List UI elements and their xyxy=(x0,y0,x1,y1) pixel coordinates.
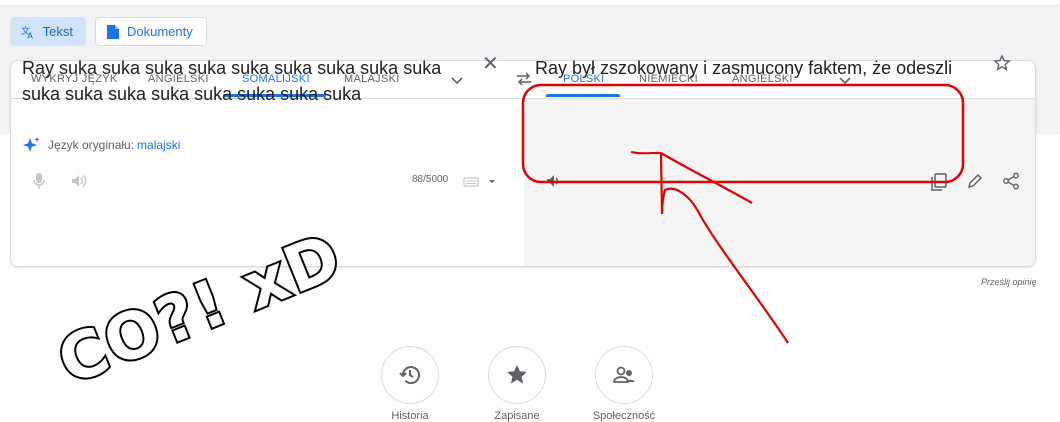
swap-languages-icon[interactable] xyxy=(515,71,533,87)
sparkle-icon xyxy=(23,137,40,152)
save-translation-star-icon[interactable] xyxy=(993,54,1011,72)
star-icon xyxy=(507,365,527,384)
saved-button[interactable] xyxy=(488,346,546,404)
keyboard-icon[interactable] xyxy=(463,176,499,188)
text-mode-label: Tekst xyxy=(42,24,73,39)
output-panel xyxy=(524,99,1035,266)
svg-text:A: A xyxy=(27,30,33,40)
text-mode-button[interactable]: 文 A Tekst xyxy=(10,17,86,46)
documents-mode-label: Dokumenty xyxy=(127,24,193,39)
send-feedback-link[interactable]: Prześlij opinię xyxy=(981,277,1037,287)
copy-icon[interactable] xyxy=(930,172,948,192)
document-icon xyxy=(107,24,119,39)
source-text-input[interactable]: Ray suka suka suka suka suka suka suka s… xyxy=(22,55,482,107)
translation-output: Ray był zszokowany i zasmucony faktem, ż… xyxy=(535,58,953,78)
listen-source-icon[interactable] xyxy=(70,172,88,190)
detected-language: Język oryginału: malajski xyxy=(22,136,180,154)
detected-language-link[interactable]: malajski xyxy=(137,138,180,152)
clear-source-icon[interactable]: ✕ xyxy=(482,54,499,74)
history-button[interactable] xyxy=(381,346,439,404)
community-label: Społeczność xyxy=(592,410,656,422)
history-label: Historia xyxy=(391,410,429,422)
listen-translation-icon[interactable] xyxy=(545,172,563,190)
detected-language-prefix: Język oryginału: xyxy=(48,138,135,152)
history-icon xyxy=(399,366,420,385)
documents-mode-button[interactable]: Dokumenty xyxy=(95,17,207,46)
microphone-icon[interactable] xyxy=(32,172,46,190)
community-button[interactable] xyxy=(595,346,653,404)
translate-icon: 文 A xyxy=(21,24,33,40)
edit-pencil-icon[interactable] xyxy=(966,172,984,190)
target-tab-active-indicator xyxy=(546,94,620,97)
character-count: 88/5000 xyxy=(412,174,449,185)
saved-label: Zapisane xyxy=(494,410,540,422)
share-icon[interactable] xyxy=(1002,172,1020,190)
community-icon xyxy=(613,366,635,383)
